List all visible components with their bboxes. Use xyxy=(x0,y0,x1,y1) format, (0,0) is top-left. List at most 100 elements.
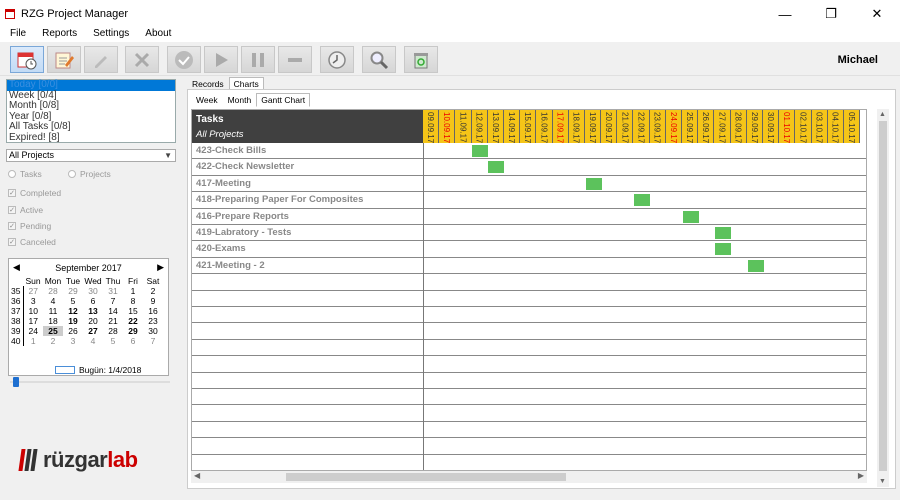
calendar-day[interactable]: 10 xyxy=(23,306,43,316)
complete-button[interactable] xyxy=(167,46,201,73)
calendar-day[interactable]: 14 xyxy=(103,306,123,316)
vertical-scroll-thumb[interactable] xyxy=(879,121,887,471)
gantt-empty-row[interactable] xyxy=(192,373,866,389)
gantt-empty-row[interactable] xyxy=(192,323,866,340)
calendar-day[interactable]: 28 xyxy=(43,286,63,296)
gantt-task-row[interactable]: 420-Exams xyxy=(192,241,866,258)
scroll-right-icon[interactable]: ▶ xyxy=(858,471,864,480)
calendar-day[interactable]: 15 xyxy=(123,306,143,316)
calendar-day[interactable]: 30 xyxy=(83,286,103,296)
horizontal-scrollbar[interactable]: ◀ ▶ xyxy=(191,471,867,483)
tab-gantt-chart[interactable]: Gantt Chart xyxy=(256,93,311,107)
gantt-task-bar[interactable] xyxy=(715,243,732,256)
calendar-today[interactable]: Bugün: 1/4/2018 xyxy=(55,365,141,375)
vertical-scrollbar[interactable]: ▲ ▼ xyxy=(877,109,889,487)
gantt-empty-row[interactable] xyxy=(192,389,866,406)
calendar-day[interactable]: 24 xyxy=(23,326,43,336)
gantt-empty-row[interactable] xyxy=(192,455,866,470)
gantt-task-bar[interactable] xyxy=(585,177,602,190)
menu-file[interactable]: File xyxy=(0,28,32,42)
project-select[interactable]: All Projects ▼ xyxy=(6,149,176,162)
slider-thumb[interactable] xyxy=(13,377,19,387)
delete-button[interactable] xyxy=(125,46,159,73)
checkbox-completed[interactable]: ✓ Completed xyxy=(8,188,61,198)
tab-week[interactable]: Week xyxy=(191,93,223,107)
gantt-task-row[interactable]: 417-Meeting xyxy=(192,176,866,193)
pause-button[interactable] xyxy=(241,46,275,73)
calendar-day[interactable]: 19 xyxy=(63,316,83,326)
calendar-day[interactable]: 7 xyxy=(103,296,123,306)
calendar-day[interactable]: 1 xyxy=(123,286,143,296)
calendar-day[interactable]: 5 xyxy=(103,336,123,346)
calendar-day[interactable]: 22 xyxy=(123,316,143,326)
menu-reports[interactable]: Reports xyxy=(32,28,83,42)
gantt-task-row[interactable]: 422-Check Newsletter xyxy=(192,159,866,176)
calendar-next-icon[interactable]: ▶ xyxy=(157,262,164,273)
minimize-button[interactable]: — xyxy=(762,0,808,28)
calendar-day[interactable]: 9 xyxy=(143,296,163,306)
calendar-day[interactable]: 6 xyxy=(123,336,143,346)
scroll-left-icon[interactable]: ◀ xyxy=(194,471,200,480)
menu-about[interactable]: About xyxy=(135,28,177,42)
calendar-day[interactable]: 3 xyxy=(63,336,83,346)
calendar-day[interactable]: 8 xyxy=(123,296,143,306)
gantt-task-row[interactable]: 419-Labratory - Tests xyxy=(192,225,866,242)
gantt-empty-row[interactable] xyxy=(192,405,866,422)
gantt-task-row[interactable]: 418-Preparing Paper For Composites xyxy=(192,192,866,209)
scroll-up-icon[interactable]: ▲ xyxy=(879,111,886,118)
filter-item-month[interactable]: Month [0/8] xyxy=(7,100,175,112)
checkbox-canceled[interactable]: ✓ Canceled xyxy=(8,237,56,247)
calendar-day[interactable]: 29 xyxy=(63,286,83,296)
gantt-empty-row[interactable] xyxy=(192,422,866,439)
month-calendar[interactable]: ◀ September 2017 ▶ Sun Mon Tue Wed Thu Fri Sat… xyxy=(8,258,169,376)
horizontal-scroll-thumb[interactable] xyxy=(286,473,566,481)
calendar-day[interactable]: 4 xyxy=(83,336,103,346)
calendar-day[interactable]: 30 xyxy=(143,326,163,336)
edit-button[interactable] xyxy=(84,46,118,73)
gantt-task-bar[interactable] xyxy=(488,161,505,174)
tab-month[interactable]: Month xyxy=(223,93,257,107)
menu-settings[interactable]: Settings xyxy=(83,28,135,42)
calendar-day[interactable]: 27 xyxy=(23,286,43,296)
calendar-day[interactable]: 16 xyxy=(143,306,163,316)
gantt-task-bar[interactable] xyxy=(747,259,764,272)
edit-notes-button[interactable] xyxy=(47,46,81,73)
calendar-day[interactable]: 2 xyxy=(43,336,63,346)
gantt-empty-row[interactable] xyxy=(192,307,866,324)
calendar-day[interactable]: 4 xyxy=(43,296,63,306)
maximize-button[interactable]: ❐ xyxy=(808,0,854,28)
radio-projects[interactable]: Projects xyxy=(68,169,111,179)
calendar-day[interactable]: 29 xyxy=(123,326,143,336)
calendar-day[interactable]: 21 xyxy=(103,316,123,326)
calendar-view-button[interactable] xyxy=(10,46,44,73)
gantt-task-bar[interactable] xyxy=(634,194,651,207)
calendar-day[interactable]: 6 xyxy=(83,296,103,306)
cancel-button[interactable] xyxy=(278,46,312,73)
calendar-day[interactable]: 11 xyxy=(43,306,63,316)
gantt-task-row[interactable]: 423-Check Bills xyxy=(192,143,866,160)
calendar-day[interactable]: 20 xyxy=(83,316,103,326)
scroll-down-icon[interactable]: ▼ xyxy=(879,478,886,485)
calendar-day[interactable]: 27 xyxy=(83,326,103,336)
calendar-day[interactable]: 31 xyxy=(103,286,123,296)
gantt-task-row[interactable]: 421-Meeting - 2 xyxy=(192,258,866,275)
gantt-empty-row[interactable] xyxy=(192,291,866,307)
gantt-empty-row[interactable] xyxy=(192,438,866,455)
filter-list[interactable]: Today [0/0] Week [0/4] Month [0/8] Year … xyxy=(6,79,176,143)
gantt-task-bar[interactable] xyxy=(472,145,489,157)
checkbox-pending[interactable]: ✓ Pending xyxy=(8,221,51,231)
calendar-day[interactable]: 1 xyxy=(23,336,43,346)
radio-tasks[interactable]: Tasks xyxy=(8,169,42,179)
search-button[interactable] xyxy=(362,46,396,73)
recycle-button[interactable] xyxy=(404,46,438,73)
filter-item-today[interactable]: Today [0/0] xyxy=(7,79,175,91)
calendar-day[interactable]: 25 xyxy=(43,326,63,336)
filter-item-expired[interactable]: Expired! [8] xyxy=(7,132,175,144)
gantt-task-bar[interactable] xyxy=(682,210,699,223)
close-button[interactable]: ✕ xyxy=(854,0,900,28)
gantt-chart[interactable]: Tasks All Projects 09.09.17 10.09.17 11.09… xyxy=(191,109,867,471)
gantt-empty-row[interactable] xyxy=(192,274,866,291)
calendar-day[interactable]: 23 xyxy=(143,316,163,326)
calendar-day[interactable]: 18 xyxy=(43,316,63,326)
calendar-day[interactable]: 3 xyxy=(23,296,43,306)
